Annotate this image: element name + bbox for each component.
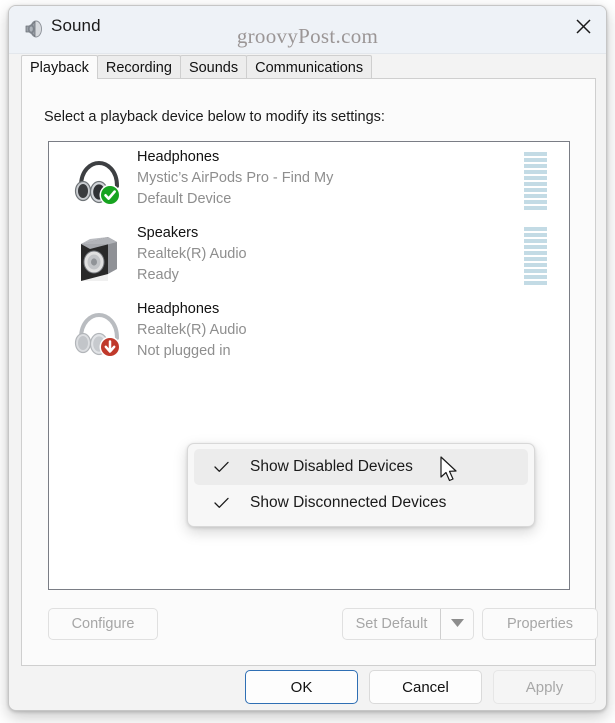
set-default-button-label: Set Default bbox=[356, 616, 428, 632]
context-menu[interactable]: Show Disabled Devices Show Disconnected … bbox=[187, 443, 535, 527]
device-description: Realtek(R) Audio bbox=[137, 320, 247, 341]
device-status: Ready bbox=[137, 265, 247, 286]
headphones-muted-icon bbox=[69, 302, 127, 360]
device-description: Realtek(R) Audio bbox=[137, 244, 247, 265]
ok-button[interactable]: OK bbox=[245, 670, 358, 704]
menu-item-label: Show Disabled Devices bbox=[250, 449, 413, 485]
device-list-item[interactable]: Headphones Realtek(R) Audio Not plugged … bbox=[49, 294, 569, 370]
tab-communications[interactable]: Communications bbox=[246, 55, 372, 79]
device-name: Speakers bbox=[137, 223, 247, 244]
device-info: Headphones Realtek(R) Audio Not plugged … bbox=[137, 299, 247, 362]
cancel-button[interactable]: Cancel bbox=[369, 670, 482, 704]
set-default-split-button[interactable]: Set Default bbox=[342, 608, 474, 640]
green-check-badge bbox=[100, 185, 121, 206]
tab-recording-label: Recording bbox=[106, 60, 172, 76]
close-icon bbox=[575, 18, 592, 35]
cancel-button-label: Cancel bbox=[402, 679, 449, 696]
close-button[interactable] bbox=[560, 6, 606, 46]
set-default-button[interactable]: Set Default bbox=[343, 609, 440, 639]
device-name: Headphones bbox=[137, 147, 333, 168]
device-description: Mystic’s AirPods Pro - Find My bbox=[137, 168, 333, 189]
tab-recording[interactable]: Recording bbox=[97, 55, 181, 79]
device-status: Default Device bbox=[137, 189, 333, 210]
playback-prompt: Select a playback device below to modify… bbox=[44, 109, 385, 125]
apply-button-label: Apply bbox=[526, 679, 564, 696]
menu-item-label: Show Disconnected Devices bbox=[250, 485, 446, 521]
menu-item-show-disconnected-devices[interactable]: Show Disconnected Devices bbox=[194, 485, 528, 521]
screen: Sound groovyPost.com Playback Recording bbox=[0, 0, 615, 723]
device-list-item[interactable]: Headphones Mystic’s AirPods Pro - Find M… bbox=[49, 142, 569, 218]
tab-sounds-label: Sounds bbox=[189, 60, 238, 76]
apply-button[interactable]: Apply bbox=[493, 670, 596, 704]
device-status: Not plugged in bbox=[137, 341, 247, 362]
properties-button-label: Properties bbox=[507, 616, 573, 632]
device-name: Headphones bbox=[137, 299, 247, 320]
red-down-arrow-badge bbox=[100, 337, 121, 358]
tab-playback[interactable]: Playback bbox=[21, 55, 98, 79]
speaker-box-icon bbox=[69, 226, 127, 284]
check-icon bbox=[212, 485, 230, 521]
tab-communications-label: Communications bbox=[255, 60, 363, 76]
playback-tab-page: Select a playback device below to modify… bbox=[21, 78, 596, 666]
ok-button-label: OK bbox=[291, 679, 313, 696]
volume-meter bbox=[524, 152, 547, 212]
speaker-icon bbox=[23, 19, 43, 39]
window-title: Sound bbox=[51, 16, 101, 36]
configure-button[interactable]: Configure bbox=[48, 608, 158, 640]
title-bar: Sound groovyPost.com bbox=[9, 6, 606, 54]
sound-dialog: Sound groovyPost.com Playback Recording bbox=[8, 5, 607, 711]
menu-item-show-disabled-devices[interactable]: Show Disabled Devices bbox=[194, 449, 528, 485]
device-info: Speakers Realtek(R) Audio Ready bbox=[137, 223, 247, 286]
check-icon bbox=[212, 449, 230, 485]
set-default-dropdown-button[interactable] bbox=[440, 609, 473, 639]
device-list-item[interactable]: Speakers Realtek(R) Audio Ready bbox=[49, 218, 569, 294]
headphones-icon bbox=[69, 150, 127, 208]
tab-strip: Playback Recording Sounds Communications bbox=[21, 55, 594, 79]
volume-meter bbox=[524, 227, 547, 287]
device-info: Headphones Mystic’s AirPods Pro - Find M… bbox=[137, 147, 333, 210]
tab-playback-label: Playback bbox=[30, 60, 89, 76]
configure-button-label: Configure bbox=[72, 616, 135, 632]
chevron-down-icon bbox=[451, 615, 464, 633]
properties-button[interactable]: Properties bbox=[482, 608, 598, 640]
tab-sounds[interactable]: Sounds bbox=[180, 55, 247, 79]
